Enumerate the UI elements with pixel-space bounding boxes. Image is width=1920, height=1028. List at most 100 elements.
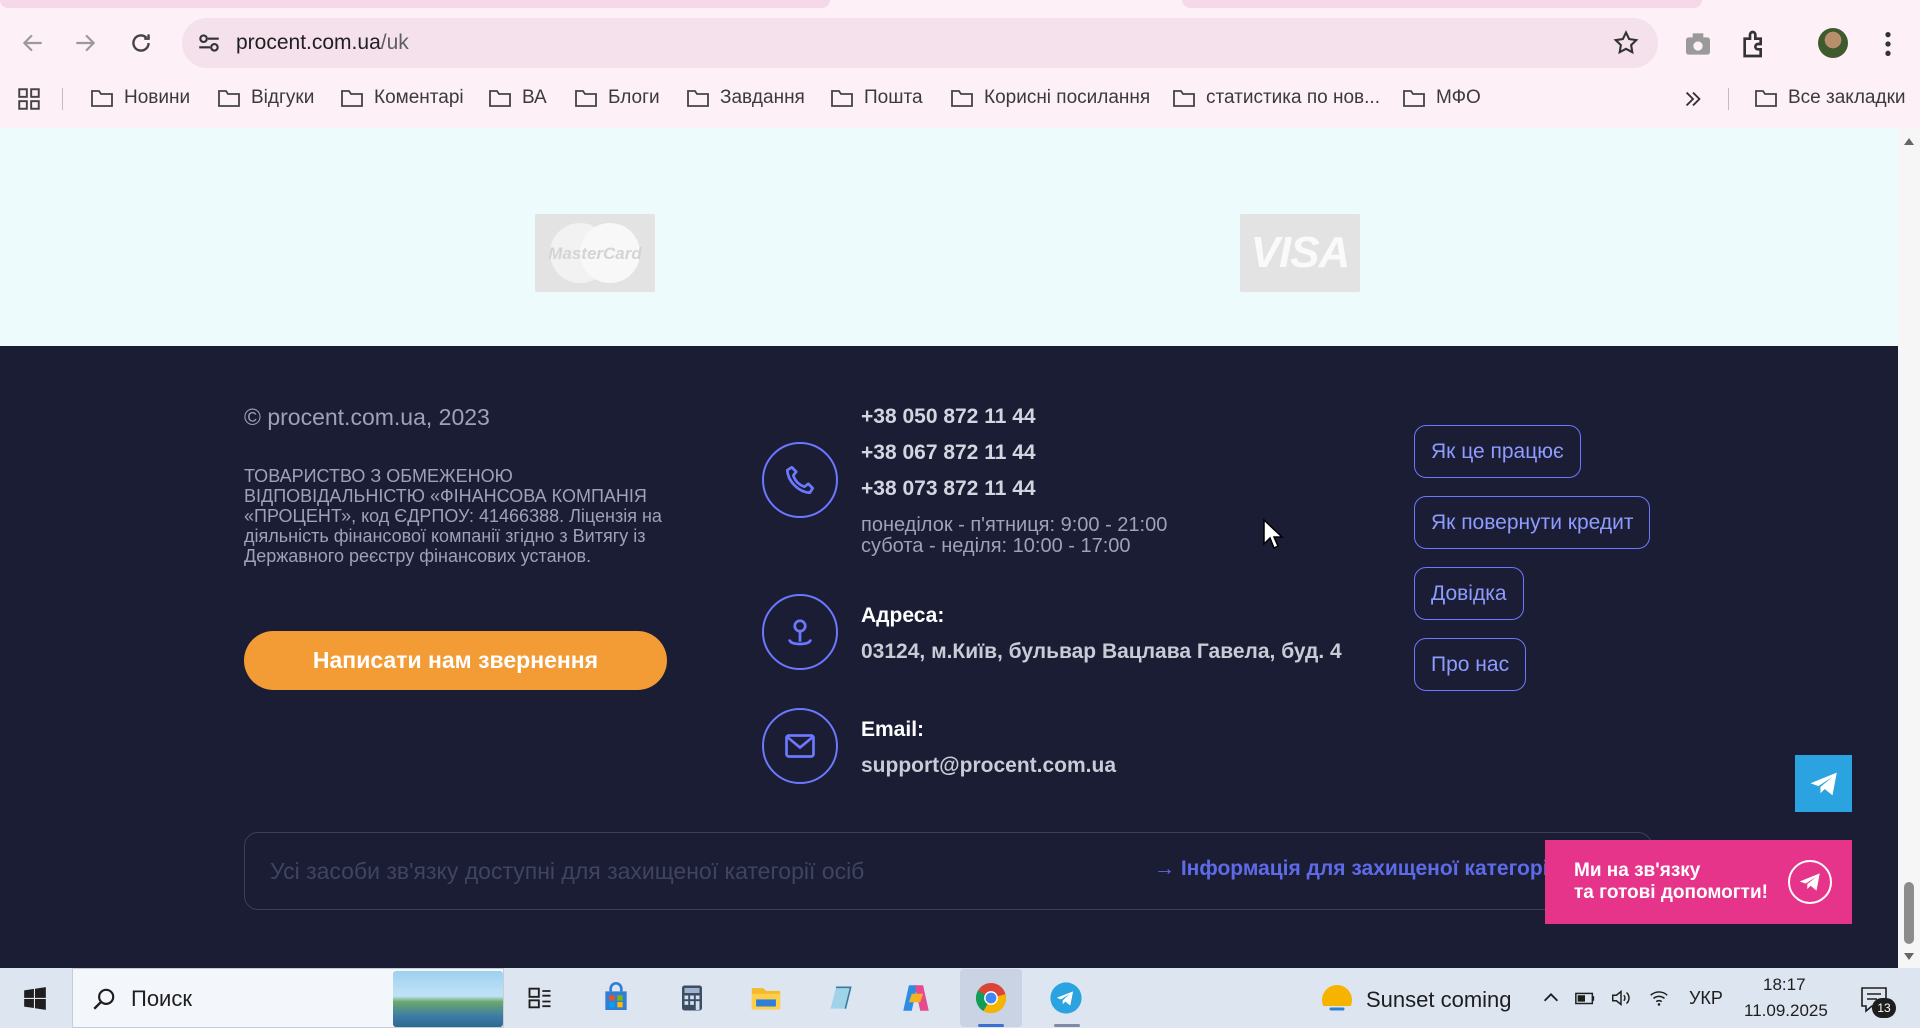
taskbar-app-telegram[interactable] [1046,978,1086,1018]
bookmark-folder-useful-links[interactable]: Корисні посилання [950,78,1150,118]
apps-grid-icon[interactable] [16,86,42,112]
volume-icon[interactable] [1610,987,1632,1009]
taskbar-app-calculator[interactable] [672,978,712,1018]
search-icon [93,988,115,1010]
chevron-double-right-icon[interactable] [1682,88,1704,110]
profile-avatar[interactable] [1818,28,1848,58]
phone-number-1[interactable]: +38 050 872 11 44 [861,405,1036,429]
taskbar-app-copilot[interactable] [896,978,936,1018]
phone-number-2[interactable]: +38 067 872 11 44 [861,441,1036,465]
taskbar-app-chrome[interactable] [960,969,1022,1027]
telegram-icon [1799,873,1820,891]
task-view-button[interactable] [520,978,560,1018]
search-highlight-image [393,971,503,1027]
hours-weekend: субота - неділя: 10:00 - 17:00 [861,535,1131,557]
page-scrollbar[interactable] [1898,128,1920,968]
bookmark-folder-comments[interactable]: Коментарі [340,78,464,118]
bookmark-folder-reviews[interactable]: Відгуки [217,78,314,118]
bookmark-star-icon[interactable] [1612,29,1640,57]
address-bar[interactable]: procent.com.ua/uk [182,18,1658,68]
all-bookmarks-label: Все закладки [1788,87,1906,108]
folder-icon [218,90,240,107]
telegram-running-indicator [1054,1024,1080,1027]
bookmarks-divider [62,88,63,110]
search-placeholder: Поиск [131,986,192,1011]
notification-count-badge: 13 [1872,998,1896,1018]
bookmark-folder-va[interactable]: ВА [488,78,547,118]
protected-category-link[interactable]: → Інформація для захищеної категорії осі… [1154,857,1603,881]
url-host: procent.com.ua [236,31,381,54]
taskbar-app-notes[interactable] [820,978,860,1018]
telegram-circle [1788,860,1832,904]
folder-icon [575,90,597,107]
folder-icon [489,90,511,107]
legal-notice: ТОВАРИСТВО З ОБМЕЖЕНОЮ ВІДПОВІДАЛЬНІСТЮ … [244,466,662,566]
nav-help[interactable]: Довідка [1414,567,1524,620]
payment-methods-section [0,128,1898,346]
copyright: © procent.com.ua, 2023 [244,404,490,430]
scroll-up-arrow-icon[interactable] [1903,136,1915,146]
folder-icon [1403,90,1425,107]
tab-strip-edge [0,0,830,8]
weather-text[interactable]: Sunset coming [1366,987,1512,1013]
bookmark-folder-tasks[interactable]: Завдання [686,78,805,118]
bookmark-folder-mail[interactable]: Пошта [830,78,923,118]
bookmark-label: МФО [1436,87,1481,108]
bookmarks-divider [1728,88,1729,110]
clock-time[interactable]: 18:17 [1763,975,1806,995]
forward-button[interactable] [68,26,102,60]
bookmark-label: ВА [522,87,547,108]
telegram-icon [1050,982,1082,1014]
phone-circle [762,442,838,518]
mastercard-logo: MasterCard [535,214,655,292]
scrollbar-thumb[interactable] [1904,882,1914,944]
bookmark-label: Коментарі [374,87,464,108]
tab-strip-edge [1182,0,1702,8]
visa-logo: VISA [1240,214,1360,292]
telegram-button[interactable] [1795,755,1852,812]
battery-icon[interactable] [1574,987,1596,1009]
phone-number-3[interactable]: +38 073 872 11 44 [861,477,1036,501]
extensions-icon[interactable] [1738,28,1770,60]
clock-date[interactable]: 11.09.2025 [1744,1001,1828,1021]
nav-how-to-repay[interactable]: Як повернути кредит [1414,496,1651,549]
taskbar-app-file-explorer[interactable] [746,978,786,1018]
taskbar-search[interactable]: Поиск [72,968,504,1028]
visa-wordmark: VISA [1250,228,1351,277]
write-appeal-button[interactable]: Написати нам звернення [244,631,667,690]
back-button[interactable] [16,26,50,60]
site-settings-icon[interactable] [196,30,222,56]
phone-icon [785,465,815,495]
bookmark-folder-news[interactable]: Новини [90,78,190,118]
windows-start-icon[interactable] [22,986,48,1012]
url-text[interactable]: procent.com.ua/uk [236,18,409,68]
input-language[interactable]: УКР [1689,988,1723,1009]
bookmark-label: Новини [124,87,191,108]
browser-toolbar: procent.com.ua/uk [0,8,1920,78]
more-menu-icon[interactable] [1872,28,1904,60]
nav-how-it-works[interactable]: Як це працює [1414,425,1581,478]
arrow-left-icon [22,34,42,52]
address-circle [762,594,838,670]
camera-icon[interactable] [1682,28,1714,60]
reload-button[interactable] [124,26,158,60]
scroll-down-arrow-icon[interactable] [1903,952,1915,962]
bookmark-folder-blogs[interactable]: Блоги [574,78,660,118]
bookmark-label: Блоги [608,87,660,108]
folder-icon [341,90,363,107]
bookmark-label: Відгуки [251,87,315,108]
nav-about-us[interactable]: Про нас [1414,638,1527,691]
all-bookmarks-button[interactable]: Все закладки [1754,78,1906,118]
bookmark-folder-statistics[interactable]: статистика по нов... [1172,78,1380,118]
telegram-icon [1810,772,1837,795]
chevron-up-icon[interactable] [1540,987,1562,1009]
mastercard-circles: MasterCard [548,223,642,283]
folder-icon [951,90,973,107]
email-value[interactable]: support@procent.com.ua [861,754,1116,778]
wifi-icon[interactable] [1648,987,1670,1009]
taskbar-app-store[interactable] [596,978,636,1018]
sunset-weather-icon[interactable] [1317,978,1357,1018]
bookmark-label: статистика по нов... [1206,87,1380,108]
bookmark-folder-mfo[interactable]: МФО [1402,78,1481,118]
help-chat-widget[interactable]: Ми на зв'язку та готові допомогти! [1545,840,1852,924]
